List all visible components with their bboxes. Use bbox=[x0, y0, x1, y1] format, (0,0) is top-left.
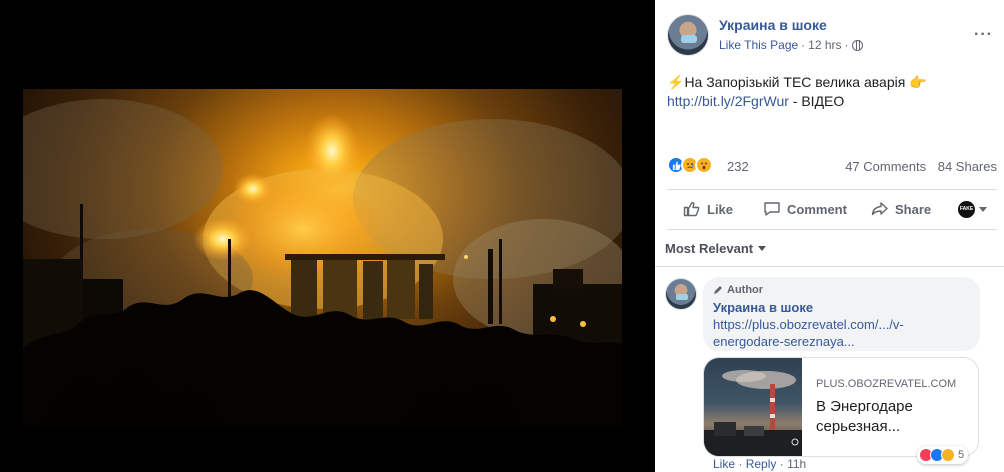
post-text-line-1: ⚡На Запорізькій ТЕС велика аварія 👉 bbox=[667, 73, 997, 92]
reaction-count[interactable]: 232 bbox=[727, 159, 749, 174]
like-thumb-icon bbox=[683, 202, 700, 217]
like-button[interactable]: Like bbox=[683, 201, 733, 217]
like-button-label: Like bbox=[707, 201, 734, 217]
comment-reaction-count: 5 bbox=[958, 449, 965, 461]
link-preview-image bbox=[704, 358, 802, 456]
commenter-avatar[interactable] bbox=[665, 278, 697, 310]
engagement-counts: 47 Comments 84 Shares bbox=[837, 159, 997, 174]
comment-icon bbox=[764, 202, 780, 216]
divider-comments bbox=[655, 266, 1004, 267]
author-badge: Author bbox=[713, 283, 970, 297]
meta-separator: · bbox=[801, 38, 806, 52]
post-url-link[interactable]: http://bit.ly/2FgrWur bbox=[667, 93, 789, 109]
reaction-icons[interactable] bbox=[667, 156, 713, 174]
fire-scene-illustration bbox=[23, 99, 622, 427]
post-headline: На Запорізькій ТЕС велика аварія bbox=[684, 74, 906, 90]
comment-dot-2: · bbox=[779, 457, 784, 471]
post-actions-bar: Like Comment Share FAKE bbox=[667, 191, 997, 227]
comment-time[interactable]: 11h bbox=[787, 457, 806, 471]
pencil-icon bbox=[714, 286, 722, 294]
comment-actions: Like · Reply · 11h bbox=[713, 457, 806, 471]
comment-sort-dropdown[interactable]: Most Relevant bbox=[665, 241, 767, 256]
comment-dot: · bbox=[738, 457, 743, 471]
caret-down-icon bbox=[758, 246, 767, 251]
divider-bottom bbox=[667, 229, 997, 230]
post-stats: 232 47 Comments 84 Shares bbox=[667, 155, 997, 177]
link-preview-card[interactable]: PLUS.OBOZREVATEL.COM В Энергодаре серьез… bbox=[703, 357, 979, 457]
share-icon bbox=[871, 202, 888, 216]
shares-count-link[interactable]: 84 Shares bbox=[938, 159, 997, 174]
post-sidebar: Украина в шоке Like This Page · 12 hrs ·… bbox=[655, 0, 1004, 472]
comment-link-line-1[interactable]: https://plus.obozrevatel.com/.../v- bbox=[713, 316, 970, 333]
photo-viewer bbox=[0, 0, 655, 472]
comment-sort-label: Most Relevant bbox=[665, 241, 754, 256]
actor-selector[interactable]: FAKE bbox=[958, 200, 987, 218]
pointing-emoji: 👉 bbox=[909, 74, 927, 90]
comments-count-link[interactable]: 47 Comments bbox=[845, 159, 926, 174]
share-button-label: Share bbox=[895, 201, 932, 217]
meta-separator-2: · bbox=[844, 38, 849, 52]
more-icon[interactable]: ··· bbox=[974, 26, 993, 44]
page-avatar[interactable] bbox=[667, 14, 709, 56]
haha-reaction-icon bbox=[941, 448, 955, 462]
wow-reaction-icon bbox=[695, 156, 713, 174]
comment-link-line-2[interactable]: energodare-sereznaya... bbox=[713, 333, 970, 350]
page-name-link[interactable]: Украина в шоке bbox=[719, 17, 827, 33]
comment-like-link[interactable]: Like bbox=[713, 457, 735, 471]
post-header: Украина в шоке Like This Page · 12 hrs ·… bbox=[667, 14, 997, 56]
post-time[interactable]: 12 hrs bbox=[808, 38, 841, 52]
face-mask-graphic bbox=[681, 35, 697, 43]
post-text-line-2: http://bit.ly/2FgrWur - ВІДЕО bbox=[667, 92, 997, 111]
comment-reply-link[interactable]: Reply bbox=[746, 457, 777, 471]
globe-icon bbox=[851, 39, 863, 51]
post-photo[interactable] bbox=[23, 89, 622, 427]
actor-avatar: FAKE bbox=[958, 200, 975, 218]
author-badge-label: Author bbox=[727, 284, 764, 296]
divider-top bbox=[667, 189, 997, 190]
post-text: ⚡На Запорізькій ТЕС велика аварія 👉 http… bbox=[667, 73, 997, 111]
face-mask-graphic bbox=[676, 294, 688, 300]
like-page-link[interactable]: Like This Page bbox=[719, 38, 798, 52]
comment-bubble: Author Украина в шоке https://plus.obozr… bbox=[703, 277, 980, 351]
caret-down-icon bbox=[979, 206, 987, 212]
post-meta: Like This Page · 12 hrs · bbox=[719, 38, 863, 52]
post-text-suffix: - ВІДЕО bbox=[788, 93, 845, 109]
comment-button[interactable]: Comment bbox=[763, 201, 847, 217]
comment-reactions[interactable]: 5 bbox=[917, 446, 969, 464]
share-button[interactable]: Share bbox=[871, 201, 931, 217]
comment-button-label: Comment bbox=[787, 201, 847, 217]
link-preview-domain: PLUS.OBOZREVATEL.COM bbox=[816, 378, 957, 390]
commenter-name-link[interactable]: Украина в шоке bbox=[713, 299, 970, 316]
link-preview-title: В Энергодаре серьезная... bbox=[816, 398, 913, 435]
lightning-emoji: ⚡ bbox=[667, 74, 685, 90]
